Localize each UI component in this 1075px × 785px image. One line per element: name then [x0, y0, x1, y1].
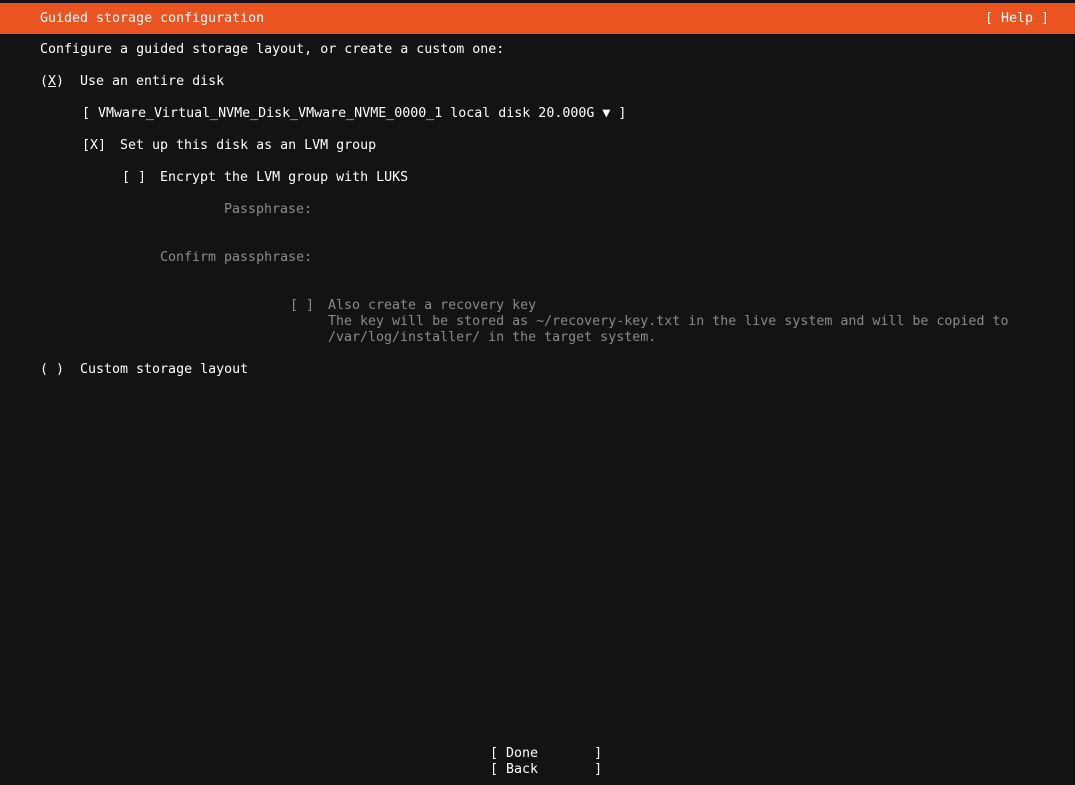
recovery-key-checkbox: [ ]	[290, 298, 315, 313]
custom-layout-label: Custom storage layout	[80, 362, 249, 377]
intro-text: Configure a guided storage layout, or cr…	[40, 42, 505, 57]
recovery-key-label: Also create a recovery key	[328, 298, 537, 313]
disk-select-dropdown[interactable]: [ VMware_Virtual_NVMe_Disk_VMware_NVME_0…	[82, 106, 626, 122]
recovery-key-description-2: /var/log/installer/ in the target system…	[328, 330, 657, 345]
help-button[interactable]: [ Help ]	[985, 11, 1049, 27]
title-bar: Guided storage configuration [ Help ]	[0, 3, 1075, 34]
use-disk-label: Use an entire disk	[80, 74, 225, 89]
use-disk-radio[interactable]: (X)	[40, 74, 64, 90]
custom-layout-radio[interactable]: ( )	[40, 362, 64, 378]
page-title: Guided storage configuration	[40, 11, 265, 26]
lvm-label: Set up this disk as an LVM group	[120, 138, 377, 153]
confirm-passphrase-input	[320, 250, 1000, 266]
lvm-checkbox[interactable]: [X]	[82, 138, 106, 154]
radio-close: )	[56, 74, 65, 89]
encrypt-checkbox[interactable]: [ ]	[122, 170, 146, 186]
confirm-passphrase-label: Confirm passphrase:	[160, 250, 313, 265]
radio-open: (	[40, 74, 49, 89]
encrypt-label: Encrypt the LVM group with LUKS	[160, 170, 409, 185]
passphrase-label: Passphrase:	[224, 202, 313, 217]
back-button[interactable]: [ Back ]	[490, 762, 602, 778]
done-button[interactable]: [ Done ]	[490, 746, 602, 762]
recovery-key-description: The key will be stored as ~/recovery-key…	[328, 314, 1009, 329]
radio-mark: X	[48, 74, 57, 89]
passphrase-input	[320, 202, 1000, 218]
